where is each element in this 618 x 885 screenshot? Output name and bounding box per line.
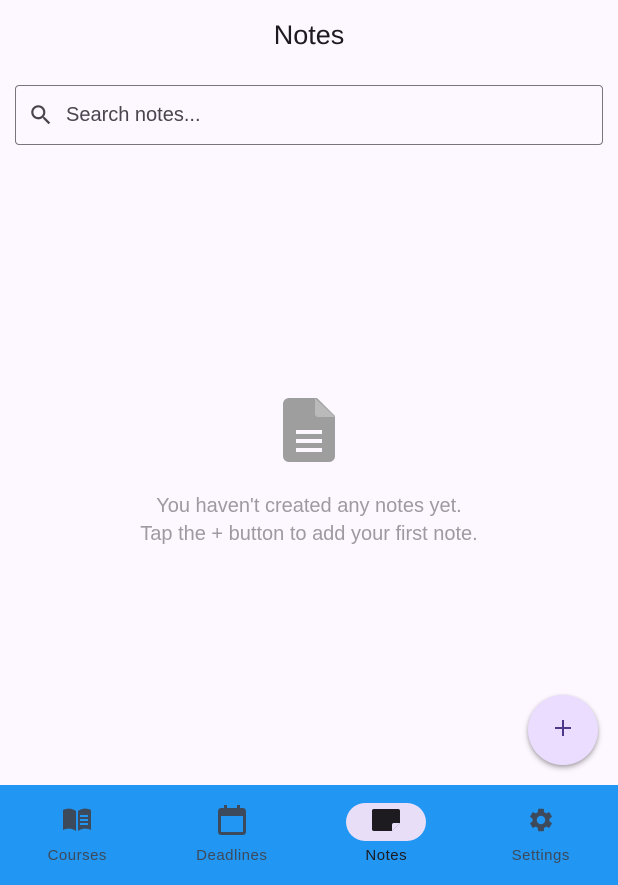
empty-message-line-1: You haven't created any notes yet. [156,495,462,517]
notes-screen: Notes You haven't created any notes yet.… [0,0,618,885]
add-note-button[interactable] [528,695,598,765]
nav-indicator-active [346,803,427,841]
nav-label-settings: Settings [511,847,570,864]
bottom-navigation: Courses Deadlines Notes Settings [0,785,618,885]
search-icon [28,102,54,128]
app-bar: Notes [0,0,618,70]
nav-label-deadlines: Deadlines [196,847,268,864]
search-input[interactable] [66,86,602,144]
search-field[interactable] [15,85,603,145]
nav-label-notes: Notes [365,847,408,864]
empty-message: You haven't created any notes yet. Tap t… [140,492,477,548]
gear-icon [527,806,555,839]
book-icon [62,807,92,838]
nav-indicator [37,803,117,841]
nav-item-courses[interactable]: Courses [0,785,155,885]
nav-indicator [192,803,272,841]
calendar-icon [217,804,246,840]
nav-label-courses: Courses [47,847,107,864]
page-title: Notes [273,19,345,50]
empty-state: You haven't created any notes yet. Tap t… [0,398,618,548]
nav-indicator [501,803,581,841]
document-icon [279,398,339,468]
empty-message-line-2: Tap the + button to add your first note. [140,523,478,545]
note-icon [372,808,401,836]
nav-item-notes[interactable]: Notes [309,785,464,885]
add-icon [551,716,575,745]
nav-item-deadlines[interactable]: Deadlines [155,785,310,885]
nav-item-settings[interactable]: Settings [464,785,618,885]
